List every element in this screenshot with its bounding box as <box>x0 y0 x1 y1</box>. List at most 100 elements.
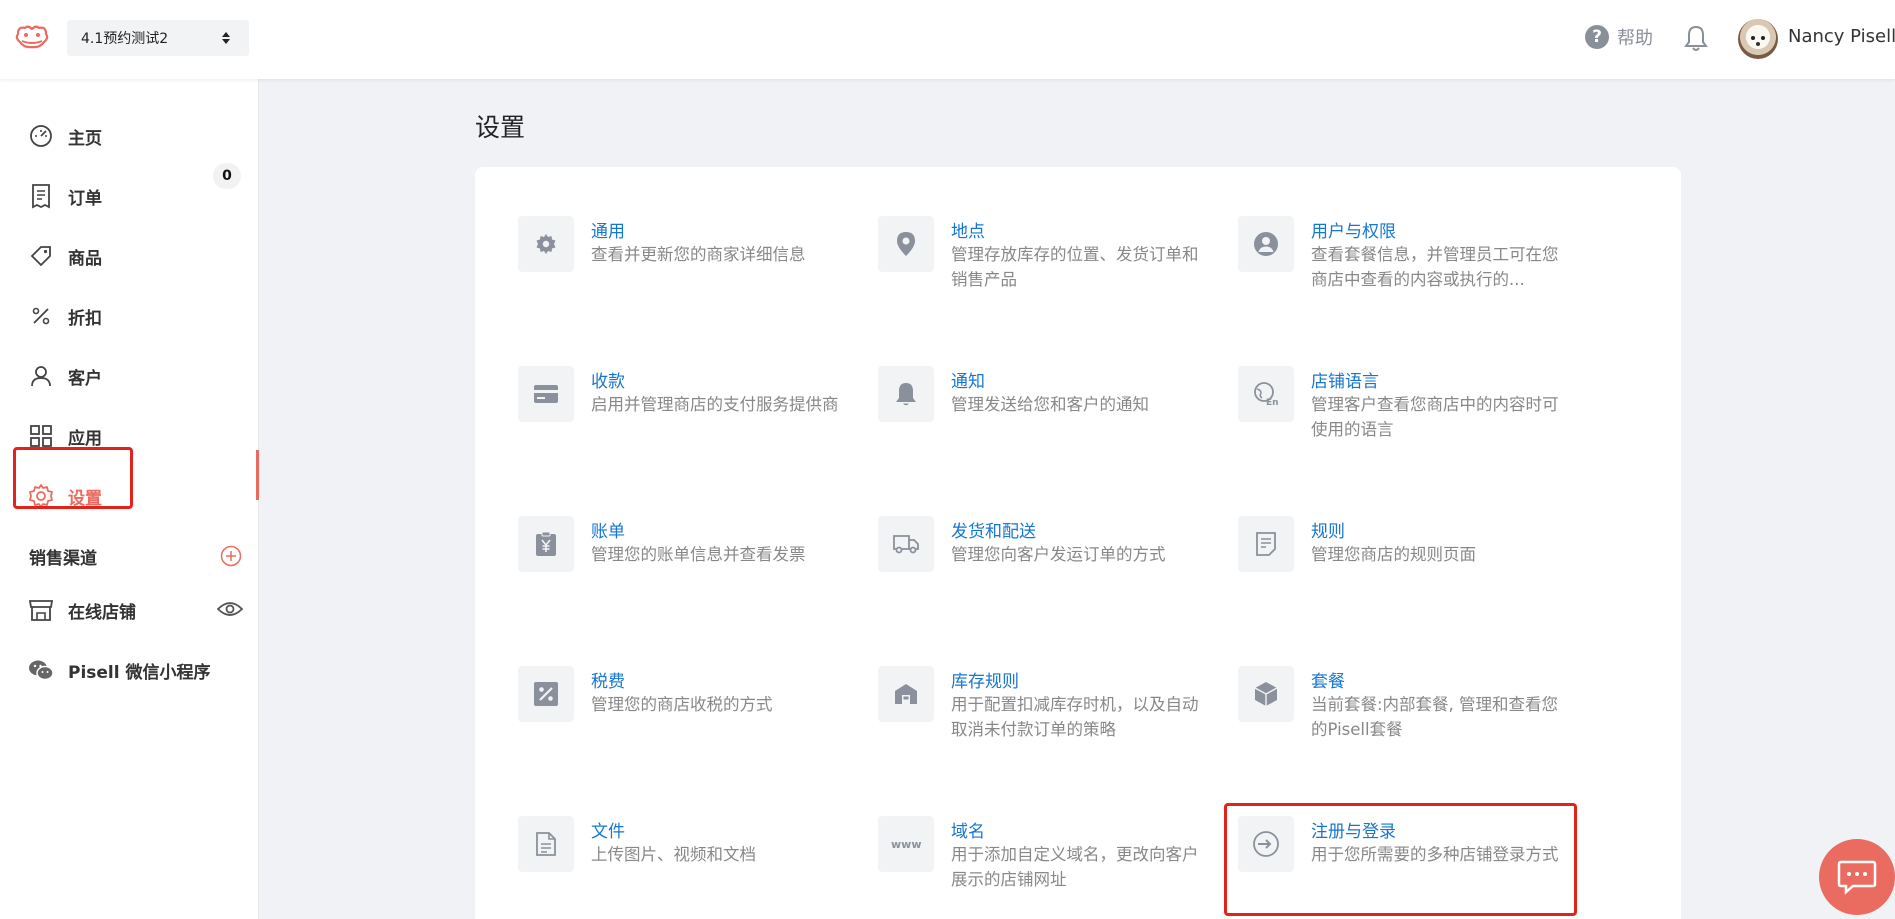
settings-item-payments[interactable]: 收款 启用并管理商店的支付服务提供商 <box>518 366 858 486</box>
settings-item-desc: 管理客户查看您商店中的内容时可使用的语言 <box>1311 395 1559 439</box>
settings-item-title: 地点 <box>951 222 985 242</box>
sidebar-item-customers[interactable]: 客户 <box>28 356 248 396</box>
settings-item-notifications[interactable]: 通知 管理发送给您和客户的通知 <box>878 366 1218 486</box>
file-icon <box>518 816 574 872</box>
chat-icon <box>1837 860 1877 895</box>
username[interactable]: Nancy Pisell <box>1788 26 1895 47</box>
settings-item-files[interactable]: 文件 上传图片、视频和文档 <box>518 816 858 919</box>
user-icon <box>28 363 54 389</box>
invoice-yen-icon <box>518 516 574 572</box>
active-indicator <box>256 450 259 500</box>
sidebar-item-label: 客户 <box>68 368 102 389</box>
wechat-icon <box>28 657 54 683</box>
settings-item-desc: 启用并管理商店的支付服务提供商 <box>591 395 839 414</box>
location-pin-icon <box>878 216 934 272</box>
pisell-logo[interactable] <box>14 24 50 52</box>
question-icon: ? <box>1585 25 1609 49</box>
truck-icon <box>878 516 934 572</box>
help-label: 帮助 <box>1617 28 1653 49</box>
bell-icon <box>878 366 934 422</box>
settings-item-desc: 当前套餐:内部套餐, 管理和查看您的Pisell套餐 <box>1311 695 1559 739</box>
settings-item-desc: 查看并更新您的商家详细信息 <box>591 245 806 264</box>
svg-text:En: En <box>1266 398 1279 407</box>
settings-item-users-permissions[interactable]: 用户与权限 查看套餐信息，并管理员工可在您商店中查看的内容或执行的... <box>1238 216 1578 336</box>
sort-arrows-icon <box>222 32 230 44</box>
warehouse-icon <box>878 666 934 722</box>
highlight-box-settings <box>13 447 133 509</box>
settings-item-store-language[interactable]: En 店铺语言 管理客户查看您商店中的内容时可使用的语言 <box>1238 366 1578 486</box>
settings-item-title: 用户与权限 <box>1311 222 1396 242</box>
svg-text:www: www <box>891 838 922 851</box>
settings-item-desc: 管理发送给您和客户的通知 <box>951 395 1149 414</box>
user-circle-icon <box>1238 216 1294 272</box>
document-rules-icon <box>1238 516 1294 572</box>
settings-item-desc: 管理您的账单信息并查看发票 <box>591 545 806 564</box>
sidebar-item-wechat-miniprogram[interactable]: Pisell 微信小程序 <box>28 650 248 690</box>
help-link[interactable]: ? 帮助 <box>1585 24 1653 50</box>
settings-item-title: 发货和配送 <box>951 522 1036 542</box>
settings-item-title: 文件 <box>591 822 625 842</box>
settings-item-title: 通知 <box>951 372 985 392</box>
avatar[interactable] <box>1738 19 1778 59</box>
settings-item-billing[interactable]: 账单 管理您的账单信息并查看发票 <box>518 516 858 636</box>
store-icon <box>28 597 54 623</box>
language-icon: En <box>1238 366 1294 422</box>
percent-box-icon <box>518 666 574 722</box>
sidebar-item-home[interactable]: 主页 <box>28 116 248 156</box>
chat-support-button[interactable] <box>1819 839 1895 915</box>
sales-channels-title: 销售渠道 <box>29 549 97 569</box>
sidebar-item-discounts[interactable]: 折扣 <box>28 296 248 336</box>
top-header: 4.1预约测试2 ? 帮助 Nancy Pisell <box>0 0 1895 79</box>
www-icon: www <box>878 816 934 872</box>
settings-item-title: 域名 <box>951 822 985 842</box>
sidebar-item-label: 在线店铺 <box>68 602 136 623</box>
sidebar-item-label: Pisell 微信小程序 <box>68 662 211 683</box>
settings-item-general[interactable]: 通用 查看并更新您的商家详细信息 <box>518 216 858 336</box>
order-icon <box>28 183 54 209</box>
settings-item-title: 收款 <box>591 372 625 392</box>
settings-item-title: 税费 <box>591 672 625 692</box>
apps-icon <box>28 423 54 449</box>
settings-item-desc: 用于配置扣减库存时机，以及自动取消未付款订单的策略 <box>951 695 1199 739</box>
settings-item-title: 通用 <box>591 222 625 242</box>
settings-item-desc: 管理您的商店收税的方式 <box>591 695 773 714</box>
store-name: 4.1预约测试2 <box>81 31 169 47</box>
notification-bell-icon[interactable] <box>1683 24 1709 52</box>
settings-item-desc: 用于添加自定义域名，更改向客户展示的店铺网址 <box>951 845 1199 889</box>
sidebar-item-online-store[interactable]: 在线店铺 <box>28 590 248 630</box>
sidebar-item-label: 应用 <box>68 428 102 449</box>
settings-item-inventory-rules[interactable]: 库存规则 用于配置扣减库存时机，以及自动取消未付款订单的策略 <box>878 666 1218 786</box>
package-box-icon <box>1238 666 1294 722</box>
sidebar-item-label: 订单 <box>68 188 102 209</box>
page-title: 设置 <box>475 113 526 142</box>
settings-item-title: 库存规则 <box>951 672 1019 692</box>
settings-item-desc: 管理您商店的规则页面 <box>1311 545 1476 564</box>
settings-item-desc: 上传图片、视频和文档 <box>591 845 756 864</box>
tag-icon <box>28 243 54 269</box>
sidebar: 主页 订单 0 商品 折扣 客户 应用 设置 销售渠道 在线店铺 Pisell … <box>0 79 259 919</box>
settings-item-desc: 查看套餐信息，并管理员工可在您商店中查看的内容或执行的... <box>1311 245 1559 289</box>
settings-item-plan[interactable]: 套餐 当前套餐:内部套餐, 管理和查看您的Pisell套餐 <box>1238 666 1578 786</box>
percent-icon <box>28 303 54 329</box>
settings-item-shipping-delivery[interactable]: 发货和配送 管理您向客户发运订单的方式 <box>878 516 1218 636</box>
settings-item-desc: 管理存放库存的位置、发货订单和销售产品 <box>951 245 1199 289</box>
sidebar-item-label: 折扣 <box>68 308 102 329</box>
credit-card-icon <box>518 366 574 422</box>
gear-icon <box>518 216 574 272</box>
settings-item-rules[interactable]: 规则 管理您商店的规则页面 <box>1238 516 1578 636</box>
highlight-box-signup-login <box>1224 803 1577 916</box>
settings-item-domains[interactable]: www 域名 用于添加自定义域名，更改向客户展示的店铺网址 <box>878 816 1218 919</box>
settings-item-title: 规则 <box>1311 522 1345 542</box>
store-selector[interactable]: 4.1预约测试2 <box>67 20 249 56</box>
sidebar-item-products[interactable]: 商品 <box>28 236 248 276</box>
settings-item-title: 套餐 <box>1311 672 1345 692</box>
dashboard-icon <box>28 123 54 149</box>
settings-item-title: 店铺语言 <box>1311 372 1379 392</box>
settings-item-locations[interactable]: 地点 管理存放库存的位置、发货订单和销售产品 <box>878 216 1218 336</box>
orders-count-badge: 0 <box>213 163 241 189</box>
settings-item-title: 账单 <box>591 522 625 542</box>
settings-item-taxes[interactable]: 税费 管理您的商店收税的方式 <box>518 666 858 786</box>
add-channel-icon[interactable] <box>220 545 242 567</box>
eye-icon[interactable] <box>217 600 243 618</box>
settings-item-desc: 管理您向客户发运订单的方式 <box>951 545 1166 564</box>
